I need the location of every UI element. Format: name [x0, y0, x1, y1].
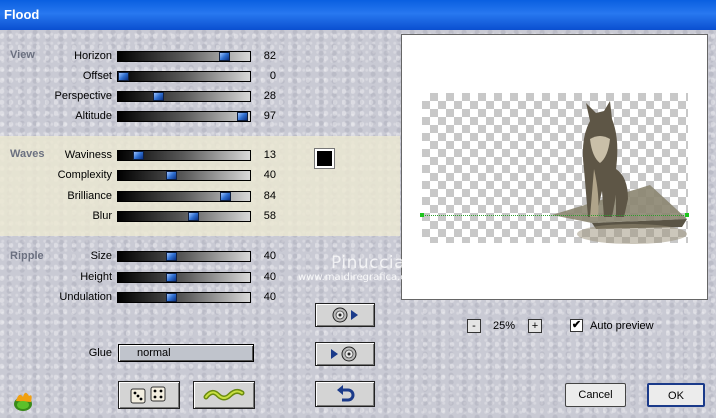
altitude-slider-thumb[interactable] [237, 112, 248, 121]
preview-panel [401, 34, 708, 300]
save-preset-button[interactable] [315, 342, 375, 366]
brilliance-slider-thumb[interactable] [220, 192, 231, 201]
complexity-slider-thumb[interactable] [166, 171, 177, 180]
reset-icon [337, 385, 355, 402]
glue-label: Glue [88, 347, 112, 359]
auto-preview-checkbox[interactable]: ✔ [570, 319, 583, 332]
wave-button[interactable] [193, 381, 255, 409]
height-value: 40 [263, 271, 276, 283]
size-value: 40 [263, 250, 276, 262]
waviness-slider[interactable] [117, 150, 251, 161]
save-preset-icon [331, 346, 357, 362]
horizon-value: 82 [263, 50, 276, 62]
altitude-slider[interactable] [117, 111, 251, 122]
blur-label: Blur [92, 210, 112, 222]
horizon-handle-left[interactable] [420, 213, 424, 217]
horizon-label: Horizon [74, 50, 112, 62]
perspective-label: Perspective [54, 90, 112, 102]
glue-select[interactable]: normal [118, 344, 254, 362]
waviness-slider-thumb[interactable] [133, 151, 144, 160]
zoom-in-button[interactable]: + [528, 319, 542, 333]
size-slider[interactable] [117, 251, 251, 262]
auto-preview-label: Auto preview [590, 320, 654, 332]
flood-dialog: Flood View Waves Ripple Horizon 82 Offse… [0, 0, 716, 418]
watermark-name: Pinuccia [331, 253, 405, 273]
ok-button[interactable]: OK [647, 383, 705, 407]
brilliance-value: 84 [263, 190, 276, 202]
blur-slider-thumb[interactable] [188, 212, 199, 221]
plugin-logo [10, 387, 36, 413]
altitude-value: 97 [263, 110, 276, 122]
height-slider[interactable] [117, 272, 251, 283]
undulation-value: 40 [263, 291, 276, 303]
perspective-slider[interactable] [117, 91, 251, 102]
randomize-button[interactable] [118, 381, 180, 409]
randomize-dice-icon [130, 386, 166, 404]
offset-value: 0 [269, 70, 276, 82]
watermark-url: www.maidiregrafica.eu [298, 272, 413, 283]
horizon-slider[interactable] [117, 51, 251, 62]
load-preset-icon [332, 307, 358, 323]
offset-label: Offset [82, 70, 112, 82]
blur-value: 58 [263, 210, 276, 222]
height-label: Height [80, 271, 112, 283]
perspective-slider-thumb[interactable] [153, 92, 164, 101]
horizon-handle-right[interactable] [685, 213, 689, 217]
brilliance-label: Brilliance [67, 190, 112, 202]
waviness-label: Waviness [64, 149, 112, 161]
undulation-slider-thumb[interactable] [166, 293, 177, 302]
wave-icon [203, 388, 245, 401]
waves-color-swatch[interactable] [314, 148, 335, 169]
wolf-image [552, 101, 687, 244]
cancel-button[interactable]: Cancel [565, 383, 626, 407]
complexity-label: Complexity [57, 169, 112, 181]
height-slider-thumb[interactable] [166, 273, 177, 282]
size-slider-thumb[interactable] [166, 252, 177, 261]
blur-slider[interactable] [117, 211, 251, 222]
horizon-slider-thumb[interactable] [219, 52, 230, 61]
reset-button[interactable] [315, 381, 375, 407]
complexity-value: 40 [263, 169, 276, 181]
altitude-label: Altitude [75, 110, 112, 122]
undulation-label: Undulation [59, 291, 112, 303]
title-bar: Flood [0, 0, 716, 30]
load-preset-button[interactable] [315, 303, 375, 327]
zoom-value: 25% [493, 320, 516, 332]
horizon-line[interactable] [422, 215, 688, 216]
complexity-slider[interactable] [117, 170, 251, 181]
waviness-value: 13 [263, 149, 276, 161]
undulation-slider[interactable] [117, 292, 251, 303]
zoom-out-button[interactable]: - [467, 319, 481, 333]
offset-slider[interactable] [117, 71, 251, 82]
plugin-logo-icon [14, 392, 32, 411]
window-title: Flood [4, 7, 40, 22]
offset-slider-thumb[interactable] [118, 72, 129, 81]
size-label: Size [90, 250, 112, 262]
perspective-value: 28 [263, 90, 276, 102]
brilliance-slider[interactable] [117, 191, 251, 202]
